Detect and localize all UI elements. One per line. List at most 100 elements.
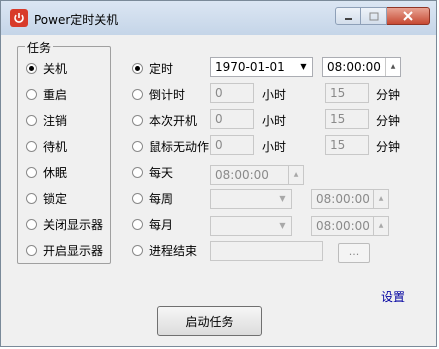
mode-process-end[interactable]: 进程结束 — [132, 242, 197, 259]
mode-label: 本次开机 — [149, 114, 198, 128]
monthly-time-picker[interactable]: 08:00:00 ▲▼ — [311, 216, 389, 236]
main-window: Power定时关机 任务 关机 重启 注销 待机 休眠 锁定 关闭显示器 开启显… — [0, 0, 437, 347]
start-task-label: 启动任务 — [185, 314, 234, 329]
date-value: 1970-01-01 — [215, 60, 285, 74]
close-button[interactable] — [387, 7, 430, 25]
hours-unit: 小时 — [262, 114, 287, 128]
minutes-value: 15 — [330, 138, 346, 152]
down-arrow-icon[interactable]: ▼ — [374, 235, 388, 236]
time-value: 08:00:00 — [316, 219, 370, 233]
task-label: 锁定 — [43, 192, 68, 206]
radio-icon — [26, 89, 37, 100]
hours-unit: 小时 — [262, 140, 287, 154]
up-arrow-icon[interactable]: ▲ — [374, 217, 388, 235]
task-lock[interactable]: 锁定 — [26, 190, 67, 207]
task-restart[interactable]: 重启 — [26, 86, 67, 103]
chevron-down-icon[interactable]: ▼ — [274, 217, 291, 235]
radio-icon — [26, 63, 37, 74]
up-arrow-icon[interactable]: ▲ — [289, 166, 303, 184]
task-group-title: 任务 — [25, 39, 54, 56]
hours-value: 0 — [215, 138, 223, 152]
minutes-unit: 分钟 — [376, 88, 401, 102]
mode-label: 每天 — [149, 166, 174, 180]
mode-label: 倒计时 — [149, 88, 186, 102]
mode-label: 鼠标无动作 — [149, 140, 210, 154]
radio-icon — [26, 167, 37, 178]
mode-label: 每周 — [149, 192, 174, 206]
task-label: 关闭显示器 — [43, 218, 104, 232]
mode-mouse-idle[interactable]: 鼠标无动作 — [132, 138, 209, 155]
radio-icon — [132, 141, 143, 152]
daily-time-picker[interactable]: 08:00:00 ▲▼ — [210, 165, 304, 185]
radio-icon — [26, 245, 37, 256]
hours-value: 0 — [215, 86, 223, 100]
boot-hours-input[interactable]: 0 — [210, 109, 254, 129]
task-label: 开启显示器 — [43, 244, 104, 258]
mode-label: 每月 — [149, 218, 174, 232]
boot-minutes-input[interactable]: 15 — [325, 109, 369, 129]
time-value: 08:00:00 — [327, 60, 381, 74]
mode-countdown[interactable]: 倒计时 — [132, 86, 185, 103]
chevron-down-icon[interactable]: ▼ — [274, 190, 291, 208]
minutes-value: 15 — [330, 112, 346, 126]
down-arrow-icon[interactable]: ▼ — [289, 184, 303, 185]
close-icon — [403, 11, 413, 21]
mode-daily[interactable]: 每天 — [132, 164, 173, 181]
hours-value: 0 — [215, 112, 223, 126]
task-label: 休眠 — [43, 166, 68, 180]
power-icon — [10, 9, 28, 27]
mode-weekly[interactable]: 每周 — [132, 190, 173, 207]
idle-minutes-input[interactable]: 15 — [325, 135, 369, 155]
time-spinner[interactable]: ▲▼ — [385, 58, 400, 76]
minimize-button[interactable] — [335, 7, 361, 25]
mode-scheduled[interactable]: 定时 — [132, 60, 173, 77]
browse-button[interactable]: ... — [338, 243, 370, 263]
time-value: 08:00:00 — [215, 168, 269, 182]
title-bar: Power定时关机 — [1, 1, 436, 35]
maximize-button[interactable] — [361, 7, 387, 25]
down-arrow-icon[interactable]: ▼ — [374, 208, 388, 209]
task-label: 重启 — [43, 88, 68, 102]
weekly-day-select[interactable]: ▼ — [210, 189, 292, 209]
settings-link[interactable]: 设置 — [381, 288, 405, 305]
mode-monthly[interactable]: 每月 — [132, 216, 173, 233]
task-label: 关机 — [43, 62, 68, 76]
time-spinner[interactable]: ▲▼ — [373, 217, 388, 235]
idle-hours-input[interactable]: 0 — [210, 135, 254, 155]
minimize-icon — [344, 17, 352, 20]
countdown-hours-input[interactable]: 0 — [210, 83, 254, 103]
mode-since-boot[interactable]: 本次开机 — [132, 112, 197, 129]
task-label: 注销 — [43, 114, 68, 128]
radio-icon — [132, 115, 143, 126]
countdown-minutes-input[interactable]: 15 — [325, 83, 369, 103]
up-arrow-icon[interactable]: ▲ — [374, 190, 388, 208]
task-label: 待机 — [43, 140, 68, 154]
time-spinner[interactable]: ▲▼ — [373, 190, 388, 208]
task-logoff[interactable]: 注销 — [26, 112, 67, 129]
minutes-value: 15 — [330, 86, 346, 100]
down-arrow-icon[interactable]: ▼ — [386, 76, 400, 77]
radio-icon — [132, 167, 143, 178]
up-arrow-icon[interactable]: ▲ — [386, 58, 400, 76]
mode-label: 进程结束 — [149, 244, 198, 258]
task-shutdown[interactable]: 关机 — [26, 60, 67, 77]
monthly-day-select[interactable]: ▼ — [210, 216, 292, 236]
start-task-button[interactable]: 启动任务 — [157, 306, 262, 336]
time-spinner[interactable]: ▲▼ — [288, 166, 303, 184]
chevron-down-icon[interactable]: ▼ — [295, 58, 312, 76]
task-monitor-off[interactable]: 关闭显示器 — [26, 216, 103, 233]
time-picker[interactable]: 08:00:00 ▲▼ — [322, 57, 401, 77]
mode-label: 定时 — [149, 62, 174, 76]
task-standby[interactable]: 待机 — [26, 138, 67, 155]
task-monitor-on[interactable]: 开启显示器 — [26, 242, 103, 259]
radio-icon — [26, 141, 37, 152]
window-title: Power定时关机 — [34, 13, 119, 27]
process-input[interactable] — [210, 241, 323, 261]
date-picker[interactable]: 1970-01-01 ▼ — [210, 57, 313, 77]
radio-icon — [132, 63, 143, 74]
radio-icon — [132, 219, 143, 230]
task-hibernate[interactable]: 休眠 — [26, 164, 67, 181]
radio-icon — [132, 193, 143, 204]
maximize-icon — [369, 12, 378, 20]
weekly-time-picker[interactable]: 08:00:00 ▲▼ — [311, 189, 389, 209]
